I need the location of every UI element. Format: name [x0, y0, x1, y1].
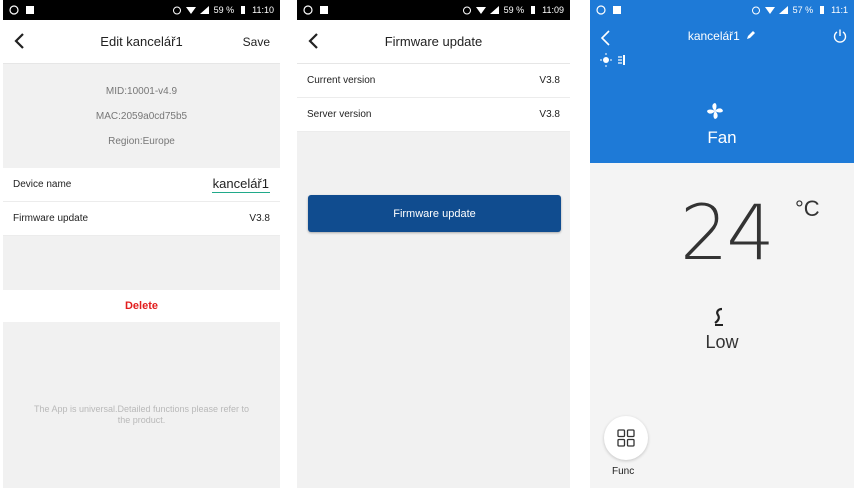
status-bar: 59 % 11:09: [297, 0, 570, 20]
battery-percent: 57 %: [792, 5, 814, 15]
edit-device-screen: 59 % 11:10 Edit kancelář1 Save MID:10001…: [3, 0, 280, 488]
back-icon[interactable]: [303, 30, 325, 52]
wifi-icon: [475, 7, 486, 14]
mac-text: MAC:2059a0cd75b5: [95, 110, 188, 122]
image-icon: [320, 6, 328, 14]
signal-icon: [778, 6, 788, 14]
server-version-value: V3.8: [539, 109, 560, 120]
signal-icon: [199, 6, 209, 14]
temperature-unit: °C: [795, 196, 820, 221]
image-icon: [26, 6, 34, 14]
current-version-row: Current version V3.8: [297, 64, 570, 98]
server-version-row: Server version V3.8: [297, 98, 570, 132]
server-version-label: Server version: [307, 109, 372, 120]
alarm-icon: [172, 6, 181, 15]
battery-percent: 59 %: [503, 5, 525, 15]
battery-percent: 59 %: [213, 5, 235, 15]
current-version-label: Current version: [307, 75, 376, 86]
mid-text: MID:10001-v4.9: [105, 85, 178, 97]
func-label: Func: [612, 466, 635, 477]
mode-label: Fan: [707, 128, 737, 147]
fan-mode-icon: [707, 103, 723, 119]
back-icon[interactable]: [9, 30, 31, 52]
header: Firmware update: [297, 20, 570, 64]
footnote-text: The App is universal.Detailed functions …: [33, 404, 250, 425]
wifi-icon: [764, 7, 775, 14]
firmware-update-label: Firmware update: [13, 213, 89, 224]
whatsapp-icon: [303, 5, 313, 15]
battery-icon: [531, 6, 536, 14]
edit-pencil-icon[interactable]: [746, 30, 756, 40]
wifi-icon: [185, 7, 196, 14]
mode-header: 57 % 11:1 kancelář1 Fan: [590, 0, 854, 163]
whatsapp-icon: [596, 5, 606, 15]
device-name-label: Device name: [13, 179, 72, 190]
clock: 11:10: [252, 5, 274, 15]
device-info: MID:10001-v4.9 MAC:2059a0cd75b5 Region:E…: [3, 64, 280, 168]
grid-icon: [617, 429, 635, 447]
save-button[interactable]: Save: [243, 35, 270, 49]
signal-icon: [489, 6, 499, 14]
temperature-value: 24: [680, 188, 775, 277]
status-bar: 57 % 11:1: [590, 0, 854, 20]
alarm-icon: [751, 6, 760, 15]
delete-button[interactable]: Delete: [3, 290, 280, 322]
firmware-version-value: V3.8: [249, 213, 270, 224]
firmware-update-row[interactable]: Firmware update V3.8: [3, 202, 280, 236]
status-bar: 59 % 11:10: [3, 0, 280, 20]
alarm-icon: [462, 6, 471, 15]
sun-icon: [600, 53, 625, 67]
fan-speed-label: Low: [705, 332, 739, 352]
clock: 11:1: [831, 5, 848, 15]
battery-icon: [820, 6, 825, 14]
power-icon[interactable]: [832, 28, 848, 44]
device-title[interactable]: kancelář1: [590, 29, 854, 43]
firmware-update-button[interactable]: Firmware update: [308, 195, 561, 232]
battery-icon: [241, 6, 246, 14]
device-name-input[interactable]: kancelář1: [211, 176, 270, 193]
device-control-screen: 57 % 11:1 kancelář1 Fan 24 °C Low Func: [590, 0, 854, 488]
fan-speed-icon: [714, 307, 723, 326]
header: Edit kancelář1 Save: [3, 20, 280, 64]
image-icon: [613, 6, 621, 14]
page-title: Firmware update: [384, 34, 483, 49]
clock: 11:09: [542, 5, 564, 15]
whatsapp-icon: [9, 5, 19, 15]
page-title: Edit kancelář1: [100, 34, 183, 49]
firmware-update-screen: 59 % 11:09 Firmware update Current versi…: [297, 0, 570, 488]
func-button[interactable]: [604, 416, 648, 460]
current-version-value: V3.8: [539, 75, 560, 86]
device-name: kancelář1: [687, 29, 740, 43]
device-name-row: Device name kancelář1: [3, 168, 280, 202]
region-text: Region:Europe: [108, 135, 175, 147]
